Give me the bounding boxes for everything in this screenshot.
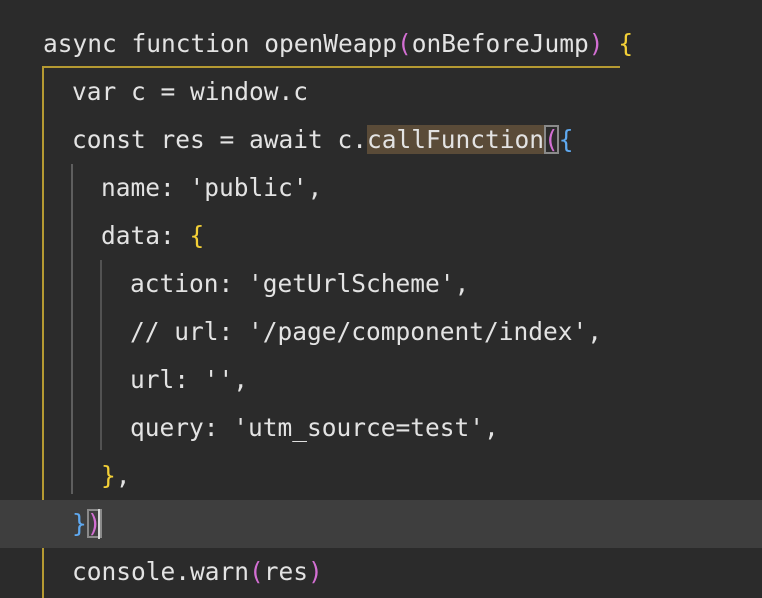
code-line-10[interactable]: }, (0, 452, 762, 500)
code-text: query: 'utm_source=test', (130, 413, 499, 442)
paren-close: ) (308, 557, 323, 586)
code-line-6[interactable]: action: 'getUrlScheme', (0, 260, 762, 308)
code-line-9[interactable]: query: 'utm_source=test', (0, 404, 762, 452)
highlighted-word: callFunction (367, 125, 545, 154)
code-comment: // url: '/page/component/index', (130, 317, 603, 346)
code-line-8[interactable]: url: '', (0, 356, 762, 404)
code-text: url: '', (130, 365, 249, 394)
code-text: res (263, 557, 309, 586)
brace-open: { (618, 29, 634, 58)
comma: , (115, 461, 131, 490)
matched-paren-open: ( (544, 125, 559, 154)
code-text: name: 'public', (101, 173, 323, 202)
paren-close: ) (588, 29, 604, 58)
brace-close: } (101, 461, 116, 490)
param-name: onBeforeJump (411, 29, 589, 58)
code-line-12[interactable]: console.warn(res) (0, 548, 762, 596)
code-text: const res = await c. (72, 125, 368, 154)
paren-open: ( (397, 29, 412, 58)
code-text: action: 'getUrlScheme', (130, 269, 470, 298)
code-text: console.warn (72, 557, 250, 586)
function-signature: async function openWeapp (43, 29, 398, 58)
brace-open: { (189, 221, 205, 250)
code-line-3[interactable]: const res = await c.callFunction({ (0, 116, 762, 164)
code-line-11-current[interactable]: }) (0, 500, 762, 548)
brace-close: } (72, 509, 87, 538)
code-line-7[interactable]: // url: '/page/component/index', (0, 308, 762, 356)
code-line-2[interactable]: var c = window.c (0, 68, 762, 116)
code-line-1[interactable]: async function openWeapp(onBeforeJump) { (0, 20, 762, 68)
code-text: data: (101, 221, 190, 250)
text-cursor (98, 509, 100, 539)
code-text: var c = window.c (72, 77, 309, 106)
brace-open: { (558, 125, 574, 154)
code-line-4[interactable]: name: 'public', (0, 164, 762, 212)
code-line-5[interactable]: data: { (0, 212, 762, 260)
paren-open: ( (249, 557, 264, 586)
code-editor[interactable]: async function openWeapp(onBeforeJump) {… (0, 0, 762, 598)
